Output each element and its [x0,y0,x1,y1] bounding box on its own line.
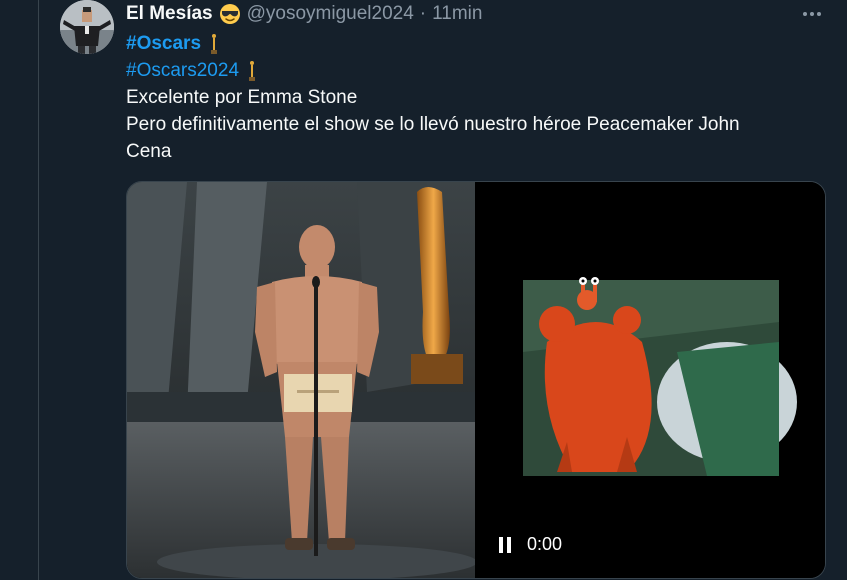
hashtag-line-1: #Oscars [126,30,826,57]
media-grid: 0:00 [126,181,826,579]
hashtag-line-2: #Oscars2024 [126,57,826,84]
photo-stage[interactable] [127,182,477,578]
hashtag-oscars2024[interactable]: #Oscars2024 [126,57,239,84]
oscar-trophy-icon [249,60,256,81]
text-line: Pero definitivamente el show se lo llevó… [126,114,740,135]
author-handle[interactable]: @yosoymiguel2024 [247,3,414,25]
more-options-icon[interactable] [800,4,824,24]
pause-icon[interactable] [499,536,513,553]
author-name[interactable]: El Mesías [126,3,213,25]
timestamp[interactable]: 11min [432,3,482,25]
sunglasses-emoji-icon [219,4,240,24]
left-rail-divider [0,0,39,580]
video-player[interactable]: 0:00 [477,182,825,578]
video-controls: 0:00 [499,534,562,555]
tweet-header: El Mesías @yosoymiguel2024 · 11min [126,2,482,26]
avatar[interactable] [60,0,114,54]
video-timestamp: 0:00 [527,534,563,554]
tweet-text: #Oscars #Oscars2024 Excelente por Emma S… [126,30,826,165]
tweet[interactable]: El Mesías @yosoymiguel2024 · 11min #Osca… [38,0,847,580]
oscar-trophy-icon [211,33,218,54]
text-line: Cena [126,141,172,162]
separator-dot: · [419,3,427,24]
hashtag-oscars[interactable]: #Oscars [126,30,201,57]
text-line: Excelente por Emma Stone [126,87,358,108]
